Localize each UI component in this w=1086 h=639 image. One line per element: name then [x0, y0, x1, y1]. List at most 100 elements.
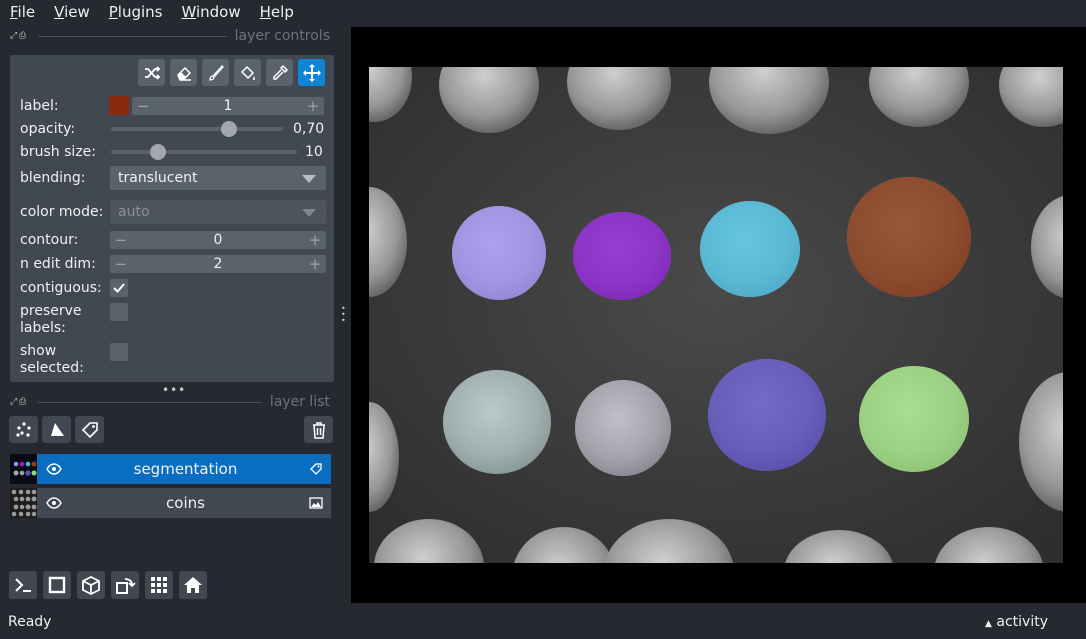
color-picker-icon	[272, 64, 288, 80]
n-edit-dim-caption: n edit dim:	[20, 256, 96, 272]
activity-button[interactable]: ▲ activity	[985, 607, 1048, 639]
layer-controls-title-bar: ⤢ ⎙ layer controls	[10, 28, 330, 44]
new-shapes-layer-button[interactable]	[42, 416, 71, 443]
visibility-eye-icon[interactable]	[46, 497, 62, 509]
coins-segmentation-render	[369, 67, 1063, 563]
fill-button[interactable]	[234, 59, 261, 86]
menu-bar: File View Plugins Window Help	[0, 0, 1086, 24]
n-edit-dim-spinbox[interactable]: − 2 +	[110, 255, 326, 273]
status-bar: Ready ▲ activity	[0, 607, 1086, 635]
visibility-eye-icon[interactable]	[46, 463, 62, 475]
paint-button[interactable]	[202, 59, 229, 86]
contour-value: 0	[213, 232, 223, 248]
label-caption: label:	[20, 98, 59, 114]
console-icon	[15, 578, 31, 592]
color-mode-caption: color mode:	[20, 204, 104, 220]
menu-window[interactable]: Window	[171, 3, 249, 21]
preserve-labels-caption-2: labels:	[20, 320, 66, 336]
title-divider	[38, 401, 262, 403]
shapes-icon	[50, 422, 64, 436]
rotate-icon	[116, 578, 136, 594]
new-labels-layer-button[interactable]	[75, 416, 104, 443]
label-tag-icon	[310, 463, 322, 475]
brush-size-caption: brush size:	[20, 144, 96, 160]
image-icon	[309, 497, 323, 509]
layer-row-segmentation[interactable]: segmentation	[10, 454, 331, 484]
pan-zoom-button[interactable]	[298, 59, 325, 86]
dock-buttons[interactable]: ⤢ ⎙	[10, 397, 32, 407]
menu-view[interactable]: View	[44, 3, 99, 21]
toggle-ndisplay-button[interactable]	[43, 571, 71, 599]
checkmark-icon	[113, 283, 125, 293]
label-color-swatch	[109, 96, 129, 115]
contiguous-checkbox[interactable]	[110, 279, 128, 297]
decrement-icon[interactable]: −	[110, 255, 132, 273]
opacity-slider[interactable]	[111, 127, 283, 131]
fill-bucket-icon	[240, 65, 255, 80]
preserve-labels-checkbox[interactable]	[110, 303, 128, 321]
grid-mode-button[interactable]	[145, 571, 173, 599]
brush-size-slider-handle[interactable]	[150, 144, 166, 160]
color-mode-dropdown: auto	[110, 200, 326, 224]
brush-size-slider[interactable]	[111, 150, 297, 154]
caret-up-icon: ▲	[985, 619, 992, 629]
opacity-value: 0,70	[293, 121, 325, 137]
points-icon	[15, 421, 31, 437]
menu-plugins[interactable]: Plugins	[99, 3, 172, 21]
panel-splitter-handle[interactable]: • • •	[341, 305, 346, 325]
show-selected-caption-1: show	[20, 343, 57, 359]
decrement-icon[interactable]: −	[110, 231, 132, 249]
layer-row-coins[interactable]: coins	[10, 488, 331, 518]
segmentation-thumbnail	[10, 454, 37, 484]
blending-dropdown[interactable]: translucent	[110, 166, 326, 190]
preserve-labels-caption-1: preserve	[20, 303, 82, 319]
show-selected-checkbox[interactable]	[110, 343, 128, 361]
opacity-caption: opacity:	[20, 121, 76, 137]
viewer-canvas[interactable]	[351, 27, 1086, 603]
new-points-layer-button[interactable]	[9, 416, 38, 443]
show-selected-caption-2: selected:	[20, 360, 84, 376]
activity-label: activity	[996, 614, 1048, 630]
color-mode-value: auto	[118, 204, 150, 220]
shuffle-colors-button[interactable]	[138, 59, 165, 86]
blending-value: translucent	[118, 170, 198, 186]
shuffle-icon	[144, 65, 160, 80]
erase-button[interactable]	[170, 59, 197, 86]
grid-icon	[151, 577, 167, 593]
label-tag-icon	[81, 421, 98, 438]
increment-icon[interactable]: +	[304, 231, 326, 249]
dock-buttons[interactable]: ⤢ ⎙	[10, 31, 32, 41]
layer-name-segmentation[interactable]: segmentation	[80, 454, 291, 484]
coins-image	[369, 67, 1063, 563]
delete-layer-button[interactable]	[304, 416, 333, 443]
contour-spinbox[interactable]: − 0 +	[110, 231, 326, 249]
increment-icon[interactable]: +	[302, 97, 324, 115]
roll-dimensions-button[interactable]	[77, 571, 105, 599]
square-2d-icon	[48, 576, 66, 594]
menu-file[interactable]: File	[0, 3, 44, 21]
layer-list-title-bar: ⤢ ⎙ layer list	[10, 394, 330, 410]
pick-color-button[interactable]	[266, 59, 293, 86]
opacity-slider-handle[interactable]	[221, 121, 237, 137]
title-divider	[38, 35, 227, 37]
console-button[interactable]	[9, 571, 37, 599]
layer-list-title: layer list	[269, 394, 330, 410]
contiguous-caption: contiguous:	[20, 280, 102, 296]
eraser-icon	[176, 66, 191, 81]
label-spinbox[interactable]: − 1 +	[132, 97, 324, 115]
reset-view-button[interactable]	[179, 571, 207, 599]
home-icon	[184, 577, 202, 593]
increment-icon[interactable]: +	[304, 255, 326, 273]
chevron-down-icon	[302, 175, 316, 183]
brush-size-value: 10	[305, 144, 323, 160]
coins-thumbnail	[10, 488, 37, 518]
menu-help[interactable]: Help	[250, 3, 303, 21]
blending-caption: blending:	[20, 170, 86, 186]
layer-name-coins[interactable]: coins	[80, 488, 291, 518]
transpose-dimensions-button[interactable]	[111, 571, 139, 599]
status-message: Ready	[8, 614, 52, 630]
layer-controls-panel: label: − 1 + opacity: 0,70 brush size: 1…	[10, 55, 334, 382]
contour-caption: contour:	[20, 232, 79, 248]
decrement-icon[interactable]: −	[132, 97, 154, 115]
label-value: 1	[223, 98, 233, 114]
